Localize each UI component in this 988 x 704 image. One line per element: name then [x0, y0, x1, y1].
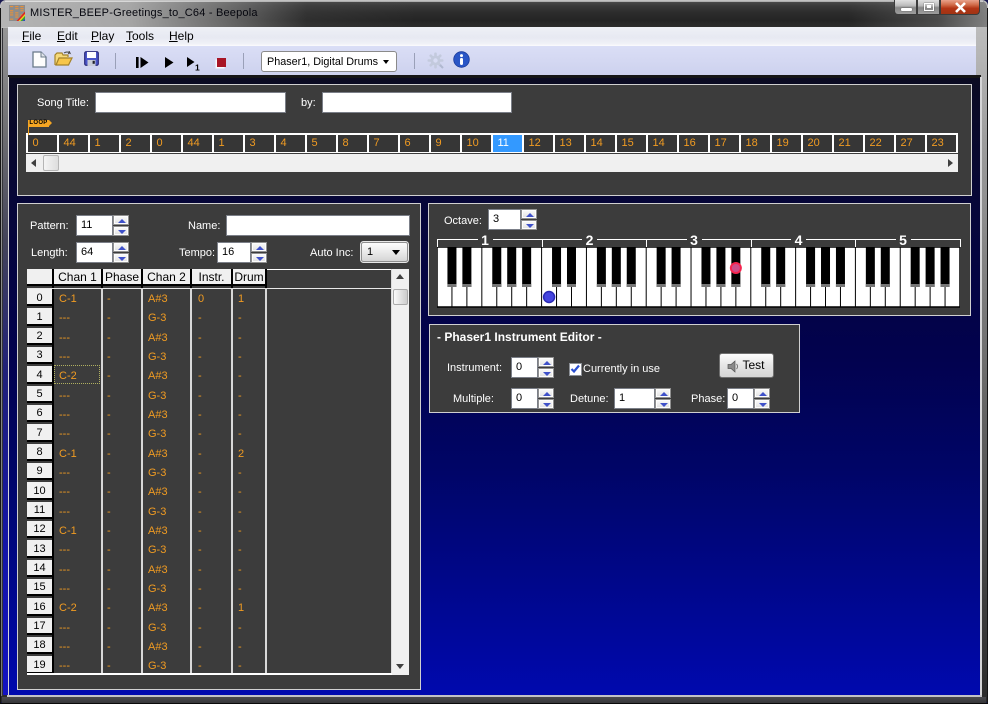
svg-text:1: 1 — [195, 63, 200, 72]
